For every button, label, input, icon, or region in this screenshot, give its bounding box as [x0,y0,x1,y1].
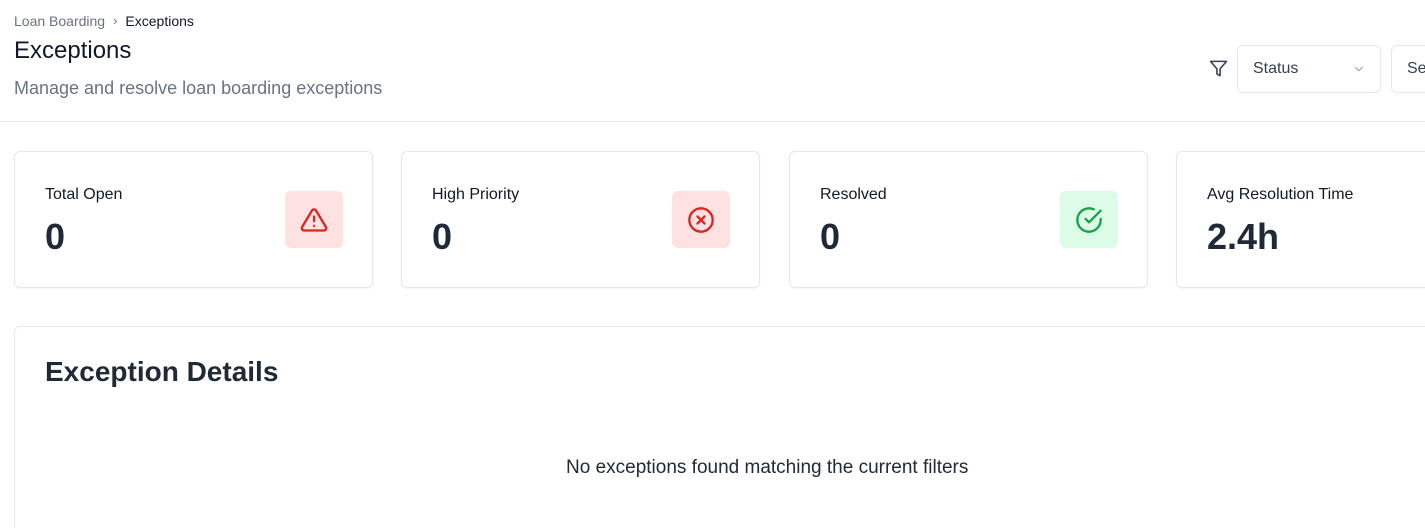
filter-icon [1208,58,1228,78]
stat-label: Total Open [45,186,123,203]
stat-value: 0 [45,216,66,257]
header-divider [0,121,1425,122]
stat-card-high-priority: High Priority 0 [401,151,760,288]
stat-card-total-open: Total Open 0 [14,151,373,288]
x-circle-icon [672,191,730,248]
details-title: Exception Details [45,356,279,387]
breadcrumb: Loan Boarding › Exceptions [14,12,194,30]
breadcrumb-separator: › [113,13,118,28]
second-filter-value: Se [1407,60,1425,77]
check-circle-icon [1060,191,1118,248]
exception-details-panel: Exception Details No exceptions found ma… [14,326,1425,528]
breadcrumb-current: Exceptions [125,13,194,29]
page-subtitle: Manage and resolve loan boarding excepti… [14,78,383,98]
exceptions-page: Loan Boarding › Exceptions Exceptions Ma… [0,0,1425,528]
chevron-down-icon [1352,62,1366,76]
breadcrumb-link-loan-boarding[interactable]: Loan Boarding [14,12,105,30]
page-title: Exceptions [14,37,132,64]
stat-value: 2.4h [1207,216,1280,257]
stat-label: Avg Resolution Time [1207,186,1354,203]
stat-card-avg-resolution-time: Avg Resolution Time 2.4h [1176,151,1425,288]
empty-state-message: No exceptions found matching the current… [566,457,969,478]
status-filter-value: Status [1253,60,1299,77]
stat-card-resolved: Resolved 0 [789,151,1148,288]
alert-triangle-icon [285,191,343,248]
status-filter-select[interactable]: Status [1237,45,1381,93]
stat-value: 0 [820,216,841,257]
second-filter-select[interactable]: Se [1391,45,1425,93]
stat-label: High Priority [432,186,520,203]
stat-label: Resolved [820,186,887,203]
stat-value: 0 [432,216,453,257]
